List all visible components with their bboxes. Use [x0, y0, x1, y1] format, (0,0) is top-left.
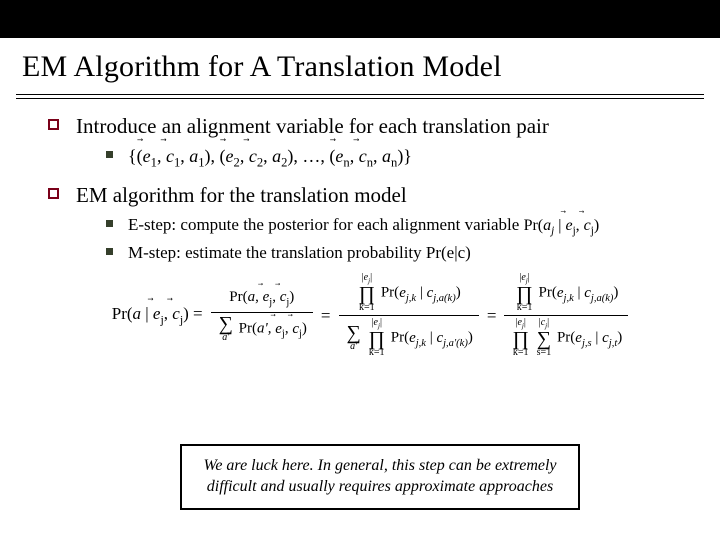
slide-body: Introduce an alignment variable for each… — [0, 99, 720, 358]
callout-box: We are luck here. In general, this step … — [180, 444, 580, 510]
frac-3: |ej|∏k=1 Pr(ej,k | cj,a(k)) |ej|∏k=1 |cj… — [504, 273, 628, 358]
bullet-1-formula: {(⃗e1, ⃗c1, a1), (⃗e2, ⃗c2, a2), …, (⃗en… — [106, 145, 694, 171]
bullet-1: Introduce an alignment variable for each… — [48, 113, 694, 172]
bullet-2-text: EM algorithm for the translation model — [76, 183, 407, 207]
e-step-text: E-step: compute the posterior for each a… — [128, 215, 524, 234]
slide-title: EM Algorithm for A Translation Model — [0, 38, 720, 90]
bullet-2-sub-1: E-step: compute the posterior for each a… — [106, 214, 694, 238]
bullet-2: EM algorithm for the translation model E… — [48, 182, 694, 264]
alignment-tuple-set: {(⃗e1, ⃗c1, a1), (⃗e2, ⃗c2, a2), …, (⃗en… — [128, 146, 412, 166]
frac-1: Pr(a, ⃗ej, ⃗cj) ∑a' Pr(a', ⃗ej, ⃗cj) — [211, 288, 313, 343]
bullet-1-text: Introduce an alignment variable for each… — [76, 114, 549, 138]
frac-2: |ej|∏k=1 Pr(ej,k | cj,a(k)) ∑a' |ej|∏k=1… — [339, 273, 479, 358]
callout-text: We are luck here. In general, this step … — [203, 457, 556, 495]
bullet-2-sub-2: M-step: estimate the translation probabi… — [106, 242, 694, 263]
e-step-formula: Pr(aj | ⃗ej, ⃗cj) — [524, 217, 600, 234]
slide: EM Algorithm for A Translation Model Int… — [0, 0, 720, 540]
posterior-equation: Pr(a | ⃗ej, ⃗cj) = Pr(a, ⃗ej, ⃗cj) ∑a' P… — [48, 273, 694, 358]
title-bar-stripe — [0, 0, 720, 38]
m-step-text: M-step: estimate the translation probabi… — [128, 243, 471, 262]
